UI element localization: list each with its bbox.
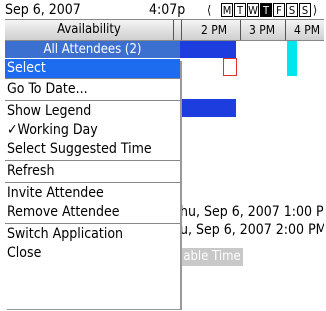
menu-separator: [5, 100, 180, 101]
menu-item-switch-application[interactable]: Switch Application: [5, 225, 180, 244]
menu-separator: [5, 78, 180, 79]
day-thu[interactable]: T: [260, 3, 272, 17]
column-divider: [285, 20, 286, 40]
menu-item-working-day[interactable]: ✓Working Day: [5, 121, 180, 140]
status-bar: Sep 6, 2007 4:07p ⟨ M T W T F S S ⟩: [5, 1, 324, 19]
time-label-2pm: 2 PM: [201, 23, 228, 37]
day-sat[interactable]: S: [286, 3, 298, 17]
start-time-text: hu, Sep 6, 2007 1:00 PM: [180, 204, 324, 220]
time-label-4pm: 4 PM: [294, 23, 321, 37]
menu-item-show-legend[interactable]: Show Legend: [5, 102, 180, 121]
all-attendees-row[interactable]: All Attendees (2): [5, 41, 324, 76]
menu-item-close[interactable]: Close: [5, 244, 180, 263]
menu-separator: [5, 223, 180, 224]
next-day-icon[interactable]: ⟩: [313, 1, 317, 19]
menu-item-go-to-date[interactable]: Go To Date...: [5, 80, 180, 99]
day-selector: M T W T F S S: [221, 3, 312, 17]
availability-heading: Availability: [57, 22, 121, 37]
day-fri[interactable]: F: [273, 3, 285, 17]
status-time: 4:07p: [149, 2, 186, 18]
schedule-header: Availability 2 PM 3 PM 4 PM: [5, 19, 324, 41]
menu-item-remove-attendee[interactable]: Remove Attendee: [5, 203, 180, 222]
busy-block: [180, 41, 236, 58]
menu-item-refresh[interactable]: Refresh: [5, 162, 180, 181]
menu-separator: [5, 160, 180, 161]
day-sun[interactable]: S: [299, 3, 311, 17]
menu-separator: [5, 182, 180, 183]
status-date: Sep 6, 2007: [5, 2, 81, 18]
column-divider: [181, 20, 182, 40]
all-attendees-label[interactable]: All Attendees (2): [5, 41, 180, 58]
menu-item-select-suggested-time[interactable]: Select Suggested Time: [5, 140, 180, 159]
time-label-3pm: 3 PM: [249, 23, 276, 37]
device-screen: Sep 6, 2007 4:07p ⟨ M T W T F S S ⟩ Avai…: [5, 1, 324, 310]
menu-item-select[interactable]: Select: [5, 59, 180, 78]
selected-slot[interactable]: [223, 58, 237, 76]
end-time-text: u, Sep 6, 2007 2:00 PM: [180, 222, 324, 238]
day-mon[interactable]: M: [221, 3, 233, 17]
column-divider: [240, 20, 241, 40]
next-available-time-button[interactable]: able Time: [181, 248, 243, 266]
column-divider: [173, 20, 174, 40]
context-menu: Select Go To Date... Show Legend ✓Workin…: [5, 59, 180, 309]
menu-item-invite-attendee[interactable]: Invite Attendee: [5, 184, 180, 203]
day-tue[interactable]: T: [234, 3, 246, 17]
busy-block: [180, 99, 236, 117]
tentative-block: [287, 41, 297, 76]
prev-day-icon[interactable]: ⟨: [207, 1, 211, 19]
day-wed[interactable]: W: [247, 3, 259, 17]
